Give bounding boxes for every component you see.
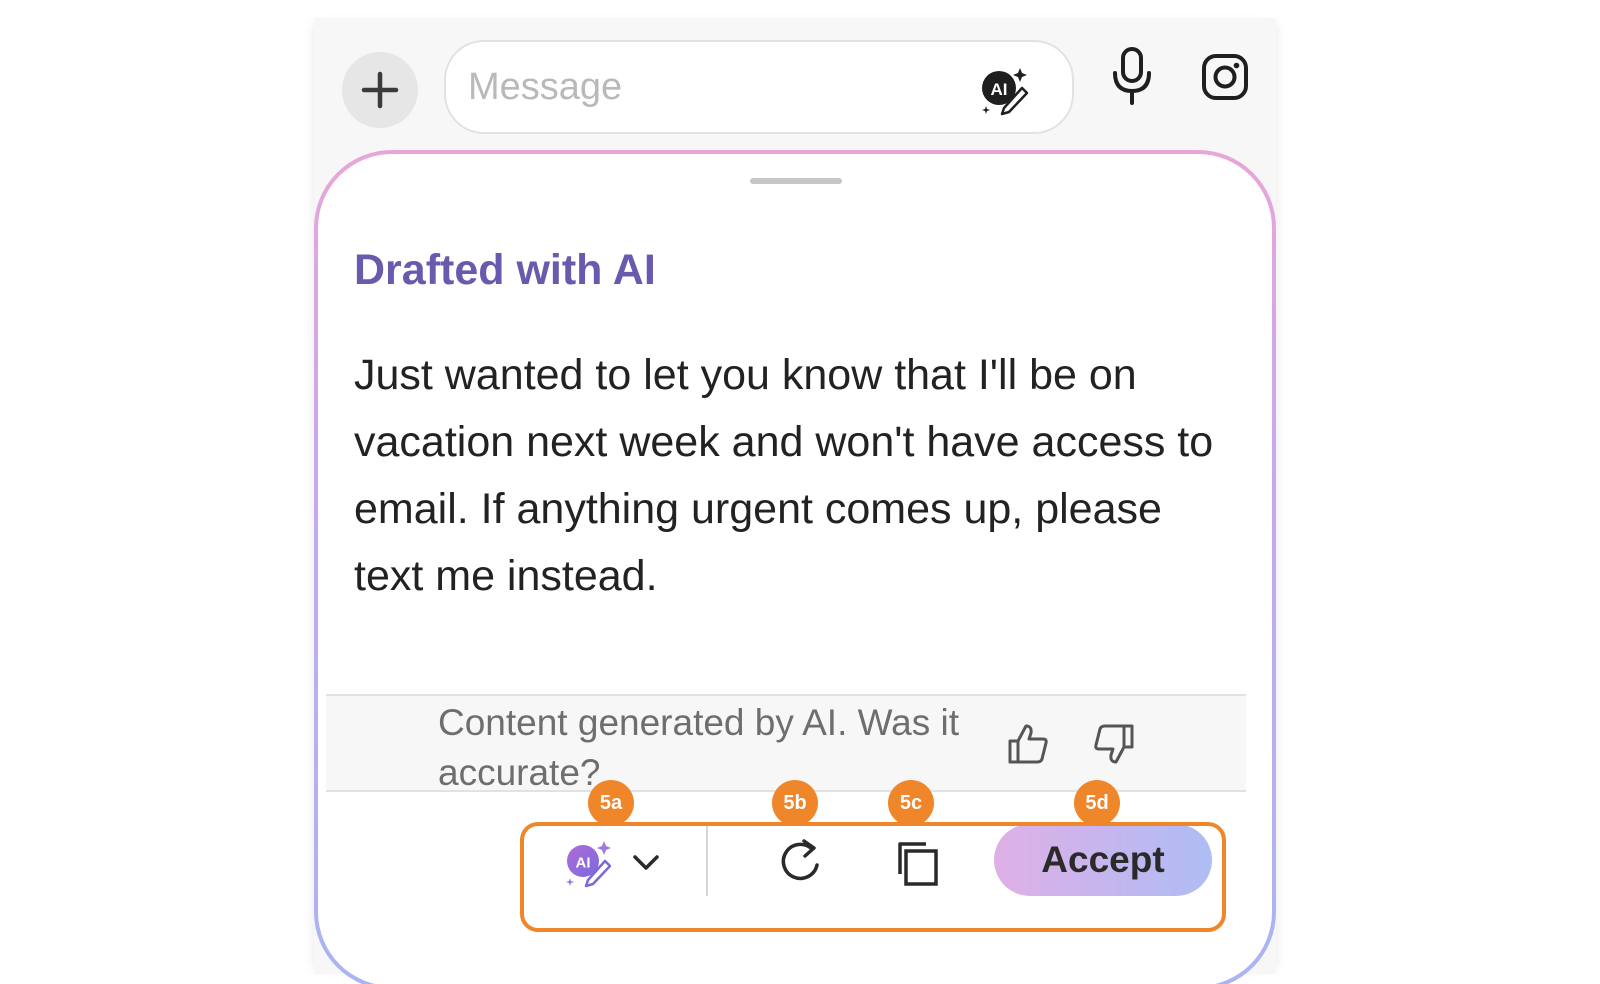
thumbs-down-icon bbox=[1094, 724, 1134, 764]
microphone-icon bbox=[1113, 47, 1151, 105]
add-attachment-button[interactable] bbox=[342, 52, 418, 128]
ai-writer-icon: AI bbox=[982, 68, 1029, 116]
draft-message-text: Just wanted to let you know that I'll be… bbox=[354, 351, 1214, 600]
message-input[interactable]: Message AI bbox=[444, 40, 1074, 134]
drag-handle[interactable] bbox=[750, 178, 842, 184]
voice-message-button[interactable] bbox=[1108, 46, 1156, 106]
annotation-label-5a: 5a bbox=[588, 780, 634, 826]
plus-icon bbox=[361, 71, 399, 109]
camera-gallery-button[interactable] bbox=[1200, 52, 1250, 102]
svg-text:AI: AI bbox=[991, 80, 1008, 99]
annotation-label-5c: 5c bbox=[888, 780, 934, 826]
ai-feedback-bar: Content generated by AI. Was it accurate… bbox=[326, 694, 1246, 793]
thumbs-down-button[interactable] bbox=[1092, 722, 1136, 766]
message-placeholder: Message bbox=[468, 66, 623, 108]
thumbs-up-button[interactable] bbox=[1006, 722, 1050, 766]
annotation-label-5b: 5b bbox=[772, 780, 818, 826]
instagram-icon bbox=[1202, 54, 1248, 100]
annotation-highlight-box bbox=[520, 822, 1226, 932]
thumbs-up-icon bbox=[1008, 724, 1048, 764]
ai-writer-button[interactable]: AI bbox=[978, 64, 1030, 116]
sheet-title: Drafted with AI bbox=[354, 246, 656, 294]
annotation-label-5d: 5d bbox=[1074, 780, 1120, 826]
